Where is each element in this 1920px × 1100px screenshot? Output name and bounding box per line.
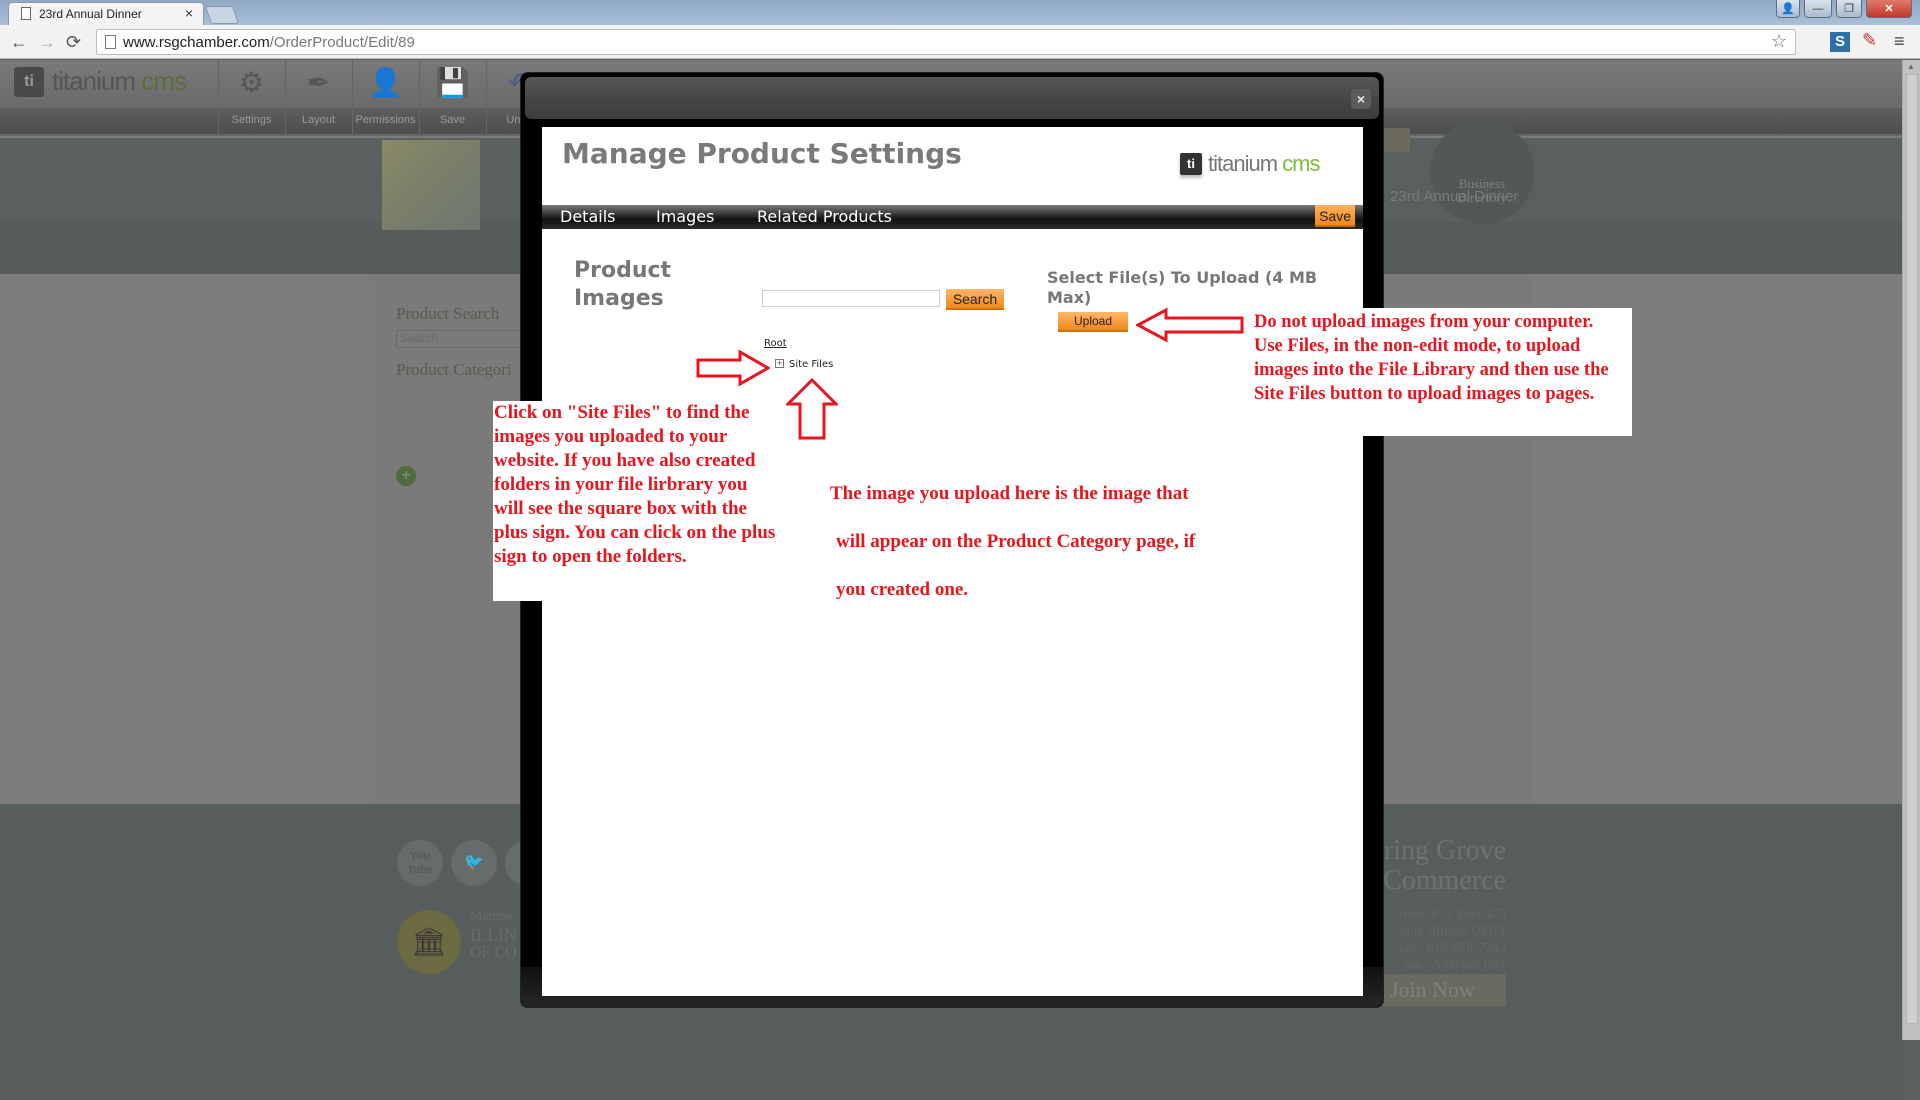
- address-line: treet, P.O. Box 475: [1399, 907, 1506, 922]
- back-icon[interactable]: ←: [10, 32, 28, 53]
- reload-icon[interactable]: ⟳: [66, 32, 81, 53]
- annotation-site-files: Click on "Site Files" to find the images…: [493, 401, 778, 601]
- floppy-disk-icon: 💾: [435, 67, 470, 98]
- modal-tabbar: Details Images Related Products Save: [542, 205, 1363, 229]
- product-images-heading: Product Images: [574, 257, 671, 313]
- product-categories-title: Product Categori: [396, 360, 512, 379]
- member-line: Membe: [470, 909, 513, 924]
- browser-menu-icon[interactable]: ≡: [1894, 31, 1905, 52]
- window-controls: 👤 — ❐ ✕: [1776, 0, 1912, 20]
- heading-line: Product: [574, 258, 672, 283]
- image-search-input[interactable]: [762, 290, 940, 307]
- illinois-chamber-seal-icon: 🏛: [397, 910, 461, 974]
- eyedropper-extension-icon[interactable]: ✎: [1862, 30, 1877, 51]
- member-line: OF CO: [470, 944, 517, 961]
- search-button[interactable]: Search: [946, 289, 1004, 310]
- address-line: ):00 am - 5:00 pm: [1404, 958, 1506, 973]
- cms-tool-label: Permissions: [355, 114, 416, 126]
- gear-icon: ⚙: [238, 67, 265, 98]
- bookmark-star-icon[interactable]: ☆: [1771, 31, 1787, 52]
- org-name-line: ring Grove: [1383, 836, 1506, 866]
- address-bar[interactable]: www.rsgchamber.com/OrderProduct/Edit/89 …: [96, 29, 1796, 55]
- titanium-logo-badge: ti: [1180, 153, 1202, 175]
- maximize-button[interactable]: ❐: [1836, 0, 1862, 18]
- add-category-icon[interactable]: +: [396, 466, 416, 486]
- annotation-line: will appear on the Product Category page…: [836, 531, 1196, 552]
- left-arrow-annotation-icon: [1136, 307, 1244, 343]
- cms-logo-word: titanium: [52, 66, 136, 96]
- annotation-line: The image you upload here is the image t…: [830, 483, 1189, 504]
- scroll-up-arrow-icon[interactable]: ▲: [1907, 62, 1915, 71]
- expand-plus-icon[interactable]: +: [775, 359, 784, 368]
- titanium-cms-logo: ti titanium cms: [1180, 151, 1321, 177]
- business-directory-link[interactable]: Business Directory: [1430, 120, 1534, 224]
- tab-images[interactable]: Images: [656, 207, 714, 226]
- browser-titlebar: 23rd Annual Dinner × 👤 — ❐ ✕: [0, 0, 1920, 26]
- product-search-title: Product Search: [396, 304, 500, 323]
- organization-name: ring Grove Commerce: [1380, 836, 1506, 896]
- member-text: Membe ILLIN OF CO: [470, 908, 517, 962]
- browser-toolbar: ← → ⟳ www.rsgchamber.com/OrderProduct/Ed…: [0, 25, 1920, 59]
- ink-pen-icon: ✒: [306, 67, 331, 98]
- modal-close-button[interactable]: ×: [1351, 89, 1371, 109]
- close-window-button[interactable]: ✕: [1866, 0, 1912, 18]
- member-line: ILLIN: [470, 925, 517, 945]
- up-arrow-annotation-icon: [786, 378, 838, 440]
- scrollbar-thumb[interactable]: [1906, 74, 1918, 1024]
- tab-title: 23rd Annual Dinner: [39, 7, 142, 21]
- address-line: ond, Illinois 60071: [1399, 924, 1506, 939]
- banner-image: [382, 140, 480, 230]
- cms-tool-permissions[interactable]: 👤 Permissions: [352, 60, 418, 136]
- tab-close-icon[interactable]: ×: [185, 5, 193, 21]
- modal-header: ×: [525, 77, 1379, 119]
- cms-tool-layout[interactable]: ✒ Layout: [285, 60, 351, 136]
- cms-tool-save[interactable]: 💾 Save: [419, 60, 485, 136]
- address-block: treet, P.O. Box 475 ond, Illinois 60071 …: [1380, 906, 1506, 974]
- cms-tool-label: Settings: [231, 114, 272, 126]
- right-arrow-annotation-icon: [696, 350, 770, 386]
- extension-s-icon[interactable]: S: [1830, 32, 1850, 52]
- join-now-button[interactable]: Join Now: [1382, 974, 1506, 1006]
- url-path: /OrderProduct/Edit/89: [269, 34, 415, 51]
- modal-title: Manage Product Settings: [562, 137, 962, 170]
- cms-logo-cms: cms: [141, 66, 187, 96]
- url-text[interactable]: www.rsgchamber.com/OrderProduct/Edit/89: [123, 34, 415, 51]
- tab-related-products[interactable]: Related Products: [757, 207, 892, 226]
- upload-title: Select File(s) To Upload (4 MB Max): [1047, 268, 1318, 307]
- page-icon: [21, 7, 31, 20]
- annotation-line: you created one.: [836, 579, 969, 600]
- user-profile-icon[interactable]: 👤: [1776, 0, 1800, 18]
- browser-tab[interactable]: 23rd Annual Dinner ×: [8, 2, 204, 26]
- forward-icon[interactable]: →: [38, 32, 56, 53]
- upload-button[interactable]: Upload: [1058, 312, 1128, 332]
- annotation-do-not-upload: Do not upload images from your computer.…: [1248, 308, 1632, 436]
- org-name-line: Commerce: [1383, 865, 1506, 896]
- twitter-icon[interactable]: 🐦: [451, 840, 497, 886]
- annotation-product-category-image: The image you upload here is the image t…: [830, 470, 1230, 614]
- user-star-icon: 👤: [368, 67, 403, 98]
- cms-tool-label: Save: [439, 114, 466, 126]
- heading-line: Images: [574, 286, 664, 311]
- cms-tool-label: Layout: [301, 114, 336, 126]
- address-line: one: 815-678-7742: [1399, 941, 1506, 956]
- cms-logo-badge: ti: [14, 66, 44, 97]
- logo-word: titanium: [1208, 151, 1278, 176]
- page-scrollbar[interactable]: ▲: [1902, 60, 1920, 1040]
- page-breadcrumb: 23rd Annual Dinner: [1390, 188, 1519, 205]
- save-button[interactable]: Save: [1315, 205, 1355, 227]
- youtube-icon[interactable]: You Tube: [397, 840, 443, 886]
- logo-cms: cms: [1282, 151, 1320, 176]
- tab-details[interactable]: Details: [560, 207, 615, 226]
- cms-logo: ti titanium cms: [14, 66, 187, 97]
- tree-root-link[interactable]: Root: [764, 338, 787, 349]
- url-host: www.rsgchamber.com: [123, 34, 270, 51]
- titanium-logo-text: titanium cms: [1208, 151, 1321, 177]
- cms-tool-settings[interactable]: ⚙ Settings: [218, 60, 284, 136]
- tree-item-site-files[interactable]: Site Files: [789, 359, 833, 370]
- page-icon: [105, 35, 116, 49]
- cms-logo-text: titanium cms: [52, 66, 187, 97]
- minimize-button[interactable]: —: [1804, 0, 1832, 18]
- new-tab-button[interactable]: [204, 6, 240, 24]
